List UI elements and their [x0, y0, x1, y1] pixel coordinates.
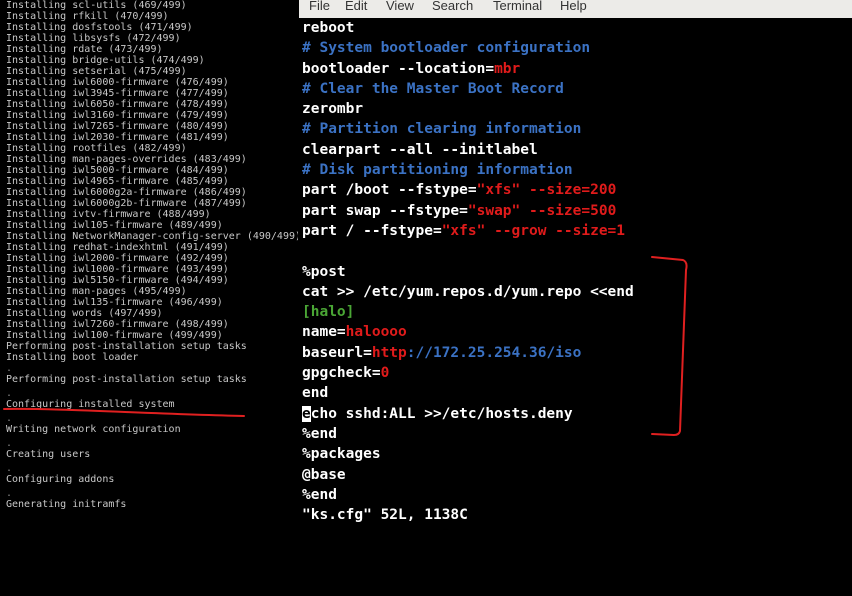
console-line: Installing iwl3160-firmware (479/499)	[6, 110, 229, 121]
console-line: Installing iwl6050-firmware (478/499)	[6, 99, 229, 110]
console-line: Installing NetworkManager-config-server …	[6, 231, 298, 242]
console-line: Installing iwl7260-firmware (498/499)	[6, 319, 229, 330]
console-line: Installing iwl5000-firmware (484/499)	[6, 165, 229, 176]
console-line: Installing setserial (475/499)	[6, 66, 187, 77]
menu-edit[interactable]: Edit	[345, 0, 367, 13]
code-line: part /boot --fstype="xfs" --size=200	[302, 182, 617, 199]
console-line: Installing iwl135-firmware (496/499)	[6, 297, 223, 308]
code-line: part / --fstype="xfs" --grow --size=1	[302, 222, 626, 239]
console-line: Installing words (497/499)	[6, 308, 163, 319]
menu-help[interactable]: Help	[560, 0, 587, 13]
code-line: end	[302, 385, 329, 402]
text-cursor: e	[302, 405, 311, 422]
console-step: Creating users	[6, 449, 91, 460]
console-dot: .	[6, 413, 13, 424]
code-line: cat >> /etc/yum.repos.d/yum.repo <<end	[302, 283, 634, 300]
menu-file[interactable]: File	[309, 0, 330, 13]
console-line: Installing iwl1000-firmware (493/499)	[6, 264, 229, 275]
menu-terminal[interactable]: Terminal	[493, 0, 542, 13]
console-dot: .	[6, 438, 13, 449]
code-line: name=haloooo	[302, 324, 407, 341]
code-line: zerombr	[302, 101, 364, 118]
console-line: Installing iwl2000-firmware (492/499)	[6, 253, 229, 264]
menu-search[interactable]: Search	[432, 0, 473, 13]
console-line: Installing rdate (473/499)	[6, 44, 163, 55]
console-dot: .	[6, 363, 13, 374]
console-line: Installing iwl2030-firmware (481/499)	[6, 132, 229, 143]
console-step: Configuring addons	[6, 474, 115, 485]
code-line: part swap --fstype="swap" --size=500	[302, 202, 617, 219]
console-line: Installing iwl7265-firmware (480/499)	[6, 121, 229, 132]
code-comment: # System bootloader configuration	[302, 40, 591, 57]
console-dot: .	[6, 388, 13, 399]
console-line: Installing dosfstools (471/499)	[6, 22, 193, 33]
console-line: Installing man-pages-overrides (483/499)	[6, 154, 247, 165]
console-line: Installing iwl4965-firmware (485/499)	[6, 176, 229, 187]
console-line: Installing redhat-indexhtml (491/499)	[6, 242, 229, 253]
console-dot: .	[6, 463, 13, 474]
console-line: Installing iwl100-firmware (499/499)	[6, 330, 223, 341]
code-line: %post	[302, 263, 346, 280]
installer-console: Installing scl-utils (469/499) Installing…	[0, 0, 298, 596]
code-line: reboot	[302, 20, 355, 36]
console-line: Installing iwl6000g2b-firmware (487/499)	[6, 198, 247, 209]
code-line: %end	[302, 486, 337, 503]
console-line: Installing rfkill (470/499)	[6, 11, 169, 22]
code-line: @base	[302, 466, 346, 483]
console-step: Writing network configuration	[6, 424, 181, 435]
console-line: Installing iwl6000-firmware (476/499)	[6, 77, 229, 88]
console-line: Installing libsysfs (472/499)	[6, 33, 181, 44]
console-step: Configuring installed system	[6, 399, 175, 410]
code-line: clearpart --all --initlabel	[302, 141, 538, 158]
console-step: Performing post-installation setup tasks	[6, 374, 247, 385]
console-line: Installing bridge-utils (474/499)	[6, 55, 205, 66]
console-dot: .	[6, 488, 13, 499]
terminal-bottom	[299, 530, 852, 596]
menubar: File Edit View Search Terminal Help	[299, 0, 852, 19]
console-line: Installing iwl3945-firmware (477/499)	[6, 88, 229, 99]
console-line: Performing post-installation setup tasks	[6, 341, 247, 352]
code-line: %packages	[302, 446, 381, 463]
terminal-content[interactable]: reboot # System bootloader configuration…	[299, 18, 852, 530]
code-section: [halo]	[302, 304, 355, 321]
console-line: Installing iwl105-firmware (489/499)	[6, 220, 223, 231]
menu-view[interactable]: View	[386, 0, 414, 13]
code-comment: # Partition clearing information	[302, 121, 582, 138]
console-step: Generating initramfs	[6, 499, 127, 510]
console-line: Installing iwl5150-firmware (494/499)	[6, 275, 229, 286]
console-line: Installing rootfiles (482/499)	[6, 143, 187, 154]
console-line: Installing man-pages (495/499)	[6, 286, 187, 297]
code-comment: # Disk partitioning information	[302, 162, 573, 179]
code-line: echo sshd:ALL >>/etc/hosts.deny	[302, 405, 573, 422]
code-line: %end	[302, 425, 337, 442]
status-line: "ks.cfg" 52L, 1138C	[302, 507, 468, 524]
console-line: Installing iwl6000g2a-firmware (486/499)	[6, 187, 247, 198]
terminal-window: File Edit View Search Terminal Help rebo…	[299, 0, 852, 596]
code-line: gpgcheck=0	[302, 365, 390, 382]
code-line: bootloader --location=mbr	[302, 60, 521, 77]
console-line: Installing ivtv-firmware (488/499)	[6, 209, 211, 220]
code-comment: # Clear the Master Boot Record	[302, 80, 564, 97]
console-line: Installing boot loader	[6, 352, 139, 363]
code-line: baseurl=http://172.25.254.36/iso	[302, 344, 582, 361]
console-line: Installing scl-utils (469/499)	[6, 0, 187, 11]
